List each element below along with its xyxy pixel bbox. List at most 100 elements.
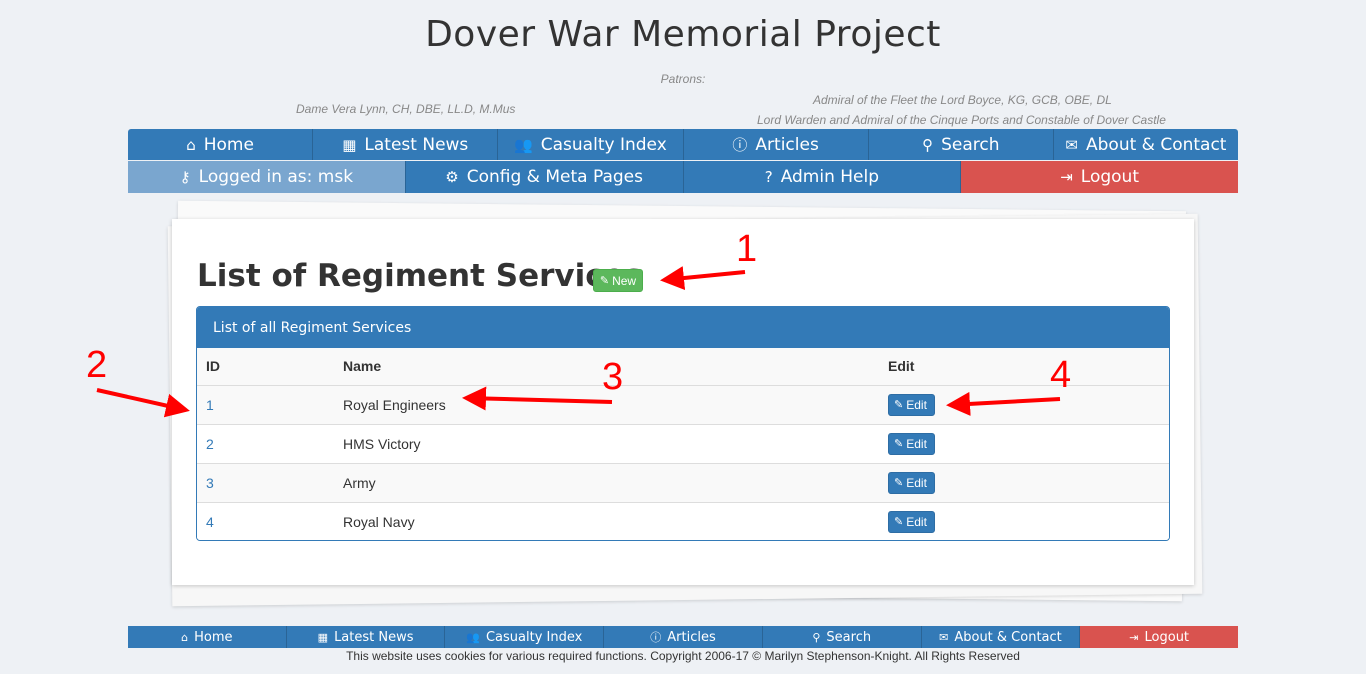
footer-nav-logout[interactable]: ⇥ Logout	[1080, 626, 1239, 648]
nav-label: Config & Meta Pages	[466, 167, 643, 187]
nav-home[interactable]: ⌂ Home	[128, 129, 314, 160]
patrons-label: Patrons:	[660, 72, 706, 86]
footer-nav-latest-news[interactable]: ▦ Latest News	[286, 626, 446, 648]
nav-logged-in-as[interactable]: ⚷ Logged in as: msk	[128, 161, 406, 193]
nav-logout[interactable]: ⇥ Logout	[961, 161, 1238, 193]
pencil-icon: ✎	[599, 275, 610, 287]
users-icon: 👥	[466, 630, 480, 644]
nav-label: Admin Help	[780, 167, 880, 187]
table-row: 3 Army ✎ Edit	[197, 462, 1169, 502]
home-icon: ⌂	[186, 135, 196, 154]
envelope-icon: ✉	[1065, 135, 1078, 154]
regiment-services-panel: List of all Regiment Services ID Name Ed…	[196, 306, 1170, 541]
panel-heading: List of all Regiment Services	[197, 307, 1169, 348]
nav-articles[interactable]: ⓘ Articles	[683, 129, 869, 160]
footer-nav-label: Latest News	[334, 629, 414, 645]
copyright-notice: This website uses cookies for various re…	[346, 649, 1020, 663]
site-title: Dover War Memorial Project	[425, 14, 941, 55]
annotation-number-1: 1	[736, 228, 758, 270]
annotation-number-4: 4	[1050, 354, 1072, 396]
info-icon: ⓘ	[732, 136, 748, 154]
table-row: 2 HMS Victory ✎ Edit	[197, 423, 1169, 463]
nav-latest-news[interactable]: ▦ Latest News	[313, 129, 499, 160]
regiment-services-table: ID Name Edit 1 Royal Engineers ✎ Edit 2 H…	[197, 348, 1169, 540]
sign-out-icon: ⇥	[1129, 630, 1139, 644]
search-icon: ⚲	[812, 630, 821, 644]
patron-title-right: Lord Warden and Admiral of the Cinque Po…	[757, 113, 1166, 127]
users-icon: 👥	[514, 135, 533, 154]
row-id-cell: 1	[197, 384, 334, 424]
nav-label: Casualty Index	[540, 134, 667, 155]
footer-nav-articles[interactable]: ⓘ Articles	[604, 626, 763, 648]
footer-nav-label: Casualty Index	[485, 629, 583, 645]
row-name: Army	[334, 462, 879, 502]
row-id-cell: 3	[197, 462, 334, 502]
pencil-icon: ✎	[894, 438, 904, 450]
pencil-icon: ✎	[894, 516, 904, 529]
nav-label: About & Contact	[1086, 134, 1227, 155]
row-id-link[interactable]: 4	[206, 514, 214, 530]
calendar-icon: ▦	[317, 630, 329, 644]
footer-nav-label: About & Contact	[954, 629, 1062, 645]
patron-name-right: Admiral of the Fleet the Lord Boyce, KG,…	[813, 93, 1112, 107]
page-title: List of Regiment Services	[197, 258, 644, 294]
info-icon: ⓘ	[650, 631, 662, 644]
row-id-cell: 4	[197, 501, 334, 540]
calendar-icon: ▦	[342, 135, 357, 154]
row-name: Royal Navy	[334, 501, 879, 540]
row-id-cell: 2	[197, 423, 334, 463]
edit-button-label: Edit	[906, 436, 927, 451]
footer-nav-home[interactable]: ⌂ Home	[128, 626, 287, 648]
row-id-link[interactable]: 2	[206, 436, 214, 452]
nav-about-contact[interactable]: ✉ About & Contact	[1053, 129, 1239, 160]
new-button-label: New	[612, 273, 637, 288]
row-edit-cell: ✎ Edit	[879, 384, 1169, 424]
edit-button-label: Edit	[906, 514, 927, 529]
main-nav: ⌂ Home ▦ Latest News 👥 Casualty Index ⓘ Arti…	[128, 129, 1239, 160]
edit-button-label: Edit	[906, 475, 927, 490]
pencil-icon: ✎	[894, 477, 904, 489]
row-id-link[interactable]: 1	[206, 397, 214, 413]
footer-nav: ⌂ Home ▦ Latest News 👥 Casualty Index ⓘ Arti…	[128, 626, 1239, 648]
nav-config-meta-pages[interactable]: ⚙ Config & Meta Pages	[405, 161, 684, 193]
footer-nav-about-contact[interactable]: ✉ About & Contact	[921, 626, 1081, 648]
new-button[interactable]: ✎ New	[593, 269, 643, 292]
nav-label: Logout	[1080, 167, 1140, 187]
nav-casualty-index[interactable]: 👥 Casualty Index	[498, 129, 684, 160]
question-icon: ?	[764, 168, 773, 186]
footer-nav-label: Logout	[1144, 629, 1190, 645]
nav-label: Home	[203, 134, 254, 155]
envelope-icon: ✉	[939, 630, 949, 644]
row-edit-cell: ✎ Edit	[879, 423, 1169, 463]
footer-nav-casualty-index[interactable]: 👥 Casualty Index	[445, 626, 605, 648]
nav-label: Logged in as: msk	[198, 167, 354, 187]
table-header-row: ID Name Edit	[197, 348, 1169, 386]
sign-out-icon: ⇥	[1060, 168, 1073, 186]
row-edit-cell: ✎ Edit	[879, 501, 1169, 540]
search-icon: ⚲	[922, 135, 934, 154]
patron-name-left: Dame Vera Lynn, CH, DBE, LL.D, M.Mus	[296, 102, 516, 116]
edit-button[interactable]: ✎ Edit	[888, 510, 935, 533]
edit-button[interactable]: ✎ Edit	[888, 393, 935, 416]
annotation-number-2: 2	[86, 344, 108, 386]
footer-nav-label: Articles	[667, 629, 716, 645]
admin-nav: ⚷ Logged in as: msk ⚙ Config & Meta Pages …	[128, 161, 1238, 193]
table-row: 1 Royal Engineers ✎ Edit	[197, 384, 1169, 424]
footer-nav-search[interactable]: ⚲ Search	[762, 626, 922, 648]
edit-button[interactable]: ✎ Edit	[888, 471, 935, 494]
annotation-number-3: 3	[602, 356, 624, 398]
home-icon: ⌂	[181, 630, 189, 644]
pencil-icon: ✎	[894, 399, 904, 411]
nav-admin-help[interactable]: ? Admin Help	[683, 161, 962, 193]
edit-button[interactable]: ✎ Edit	[888, 432, 935, 455]
cogs-icon: ⚙	[445, 168, 459, 186]
column-header-id: ID	[197, 348, 334, 386]
nav-label: Articles	[755, 134, 819, 155]
row-id-link[interactable]: 3	[206, 475, 214, 491]
nav-search[interactable]: ⚲ Search	[868, 129, 1054, 160]
edit-button-label: Edit	[906, 397, 927, 412]
nav-label: Latest News	[364, 134, 469, 155]
footer-nav-label: Home	[194, 629, 233, 645]
row-name: HMS Victory	[334, 423, 879, 463]
table-row: 4 Royal Navy ✎ Edit	[197, 501, 1169, 540]
